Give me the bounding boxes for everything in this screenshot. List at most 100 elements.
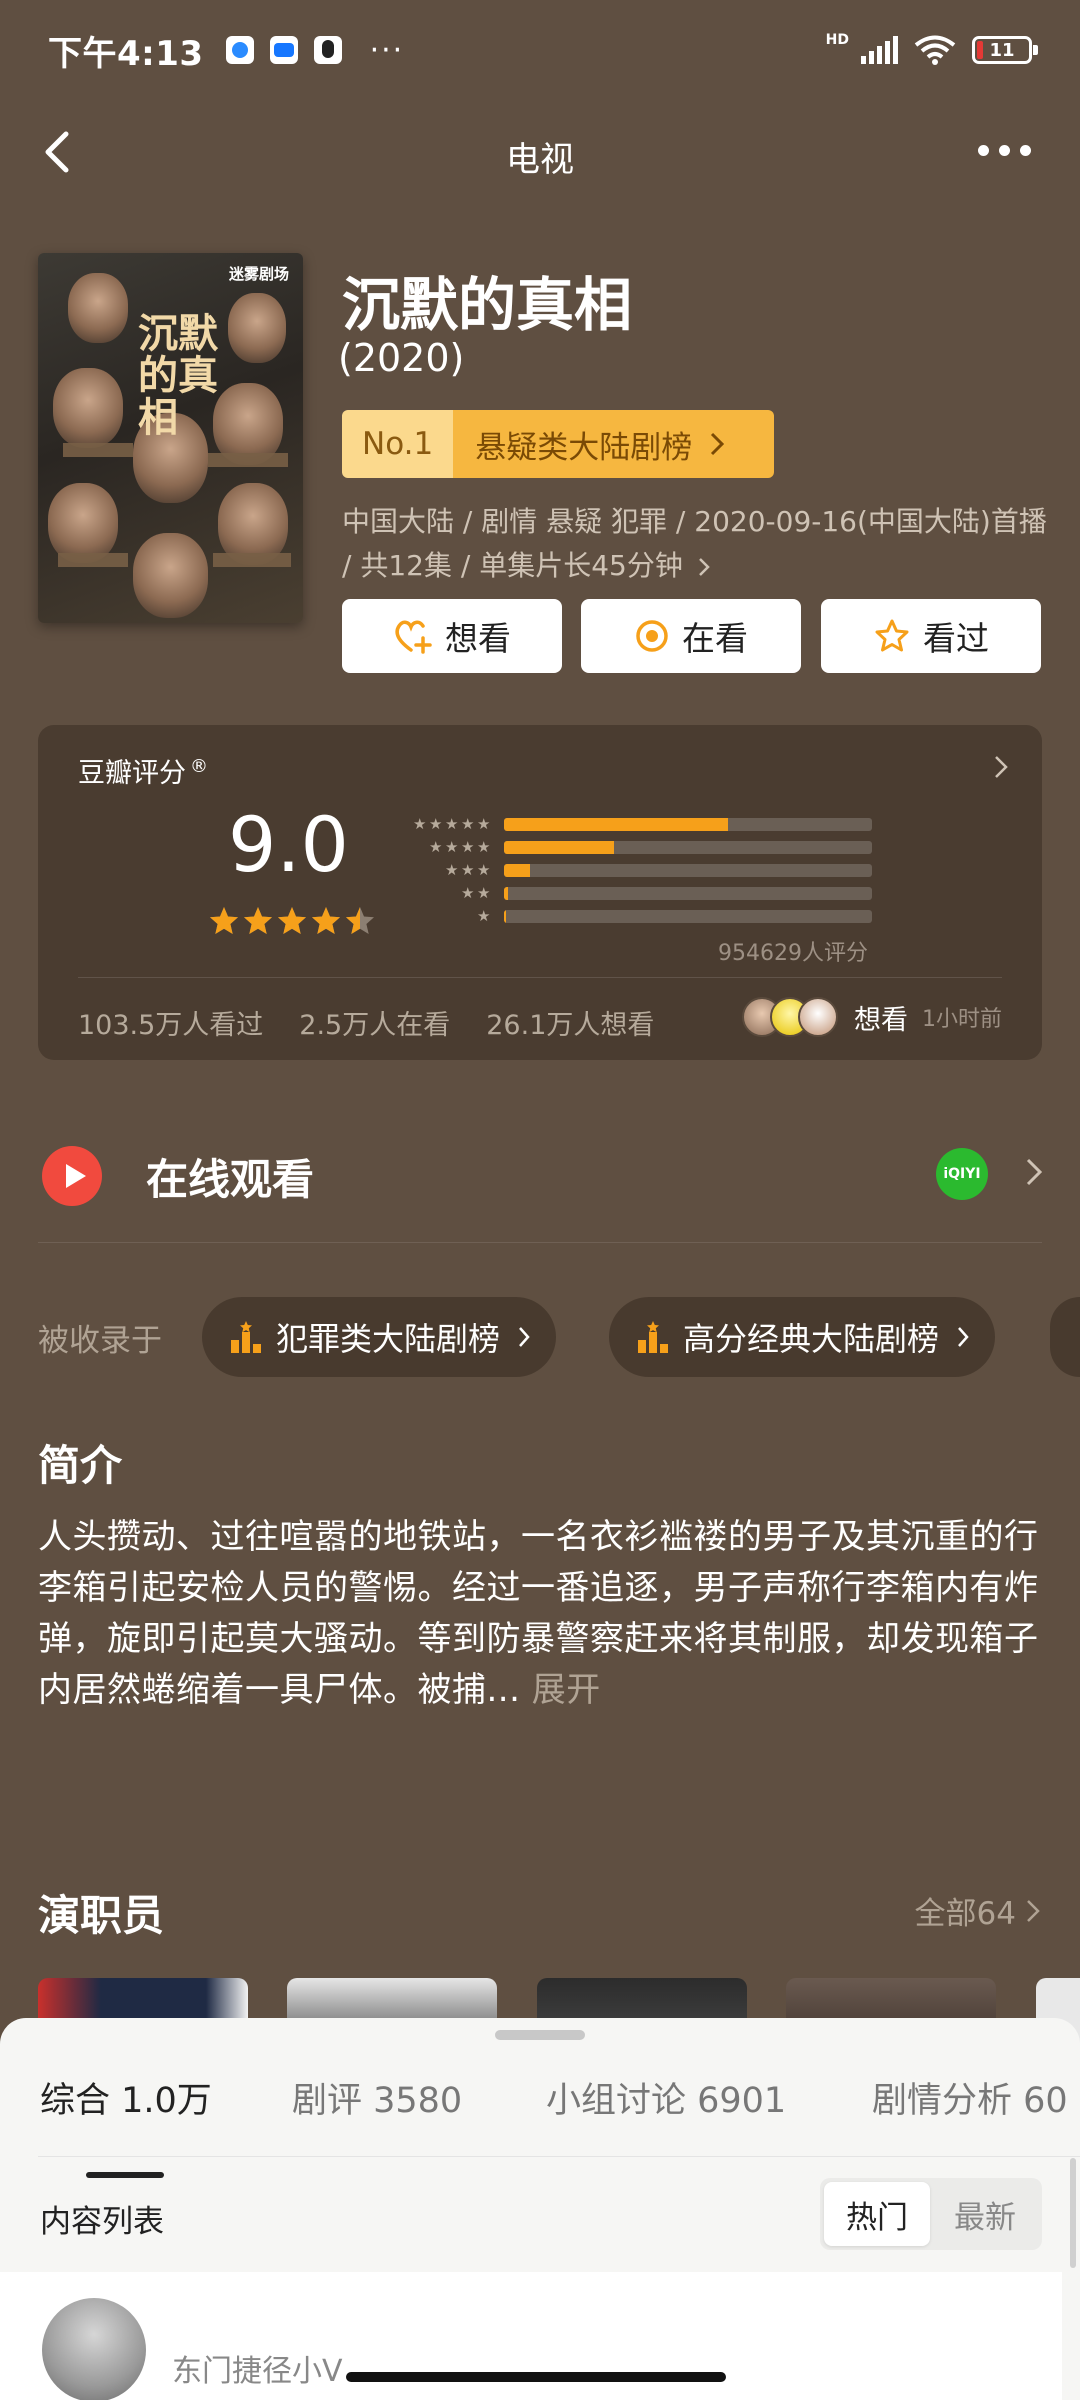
list-chip-classic[interactable]: 高分经典大陆剧榜 [609,1297,996,1377]
rank-name: 悬疑类大陆剧榜 [475,429,693,466]
small-star-icon: ★ [477,838,491,856]
scrollbar[interactable] [1070,2158,1076,2268]
rating-stars [208,905,376,937]
poster-image[interactable]: 迷雾剧场 沉默的真相 [38,253,303,623]
app-notification-icon [225,36,254,64]
chevron-right-icon [958,1327,969,1347]
cast-heading: 演职员 [38,1891,165,1940]
chevron-right-icon [711,432,725,456]
small-star-icon: ★ [461,884,475,902]
rating-label: 豆瓣评分 ® [78,751,208,790]
small-star-icon: ★ [445,838,459,856]
distribution-bar [504,841,615,854]
tab-indicator [86,2172,164,2178]
hd-label: HD [825,32,849,48]
show-title: 沉默的真相 [342,271,633,339]
chevron-right-icon [519,1327,530,1347]
battery-icon: 11 [972,36,1038,64]
nav-bar: 电视 [0,110,1080,200]
status-time: 下午4:13 [48,33,204,74]
rank-badge[interactable]: No.1 悬疑类大陆剧榜 [342,410,774,478]
distribution-stars: ★ ★ ★ ★ ★ [398,817,492,832]
small-star-icon: ★ [477,884,491,902]
rating-star-icon [278,907,306,934]
want-to-watch-button[interactable]: 想看 [342,599,562,673]
distribution-bar [504,818,729,831]
distribution-stars: ★ [398,909,492,924]
watched-label: 看过 [923,619,989,658]
play-icon [42,1146,102,1206]
watching-count: 2.5万人在看 [299,1010,451,1041]
show-meta[interactable]: 中国大陆 / 剧情 悬疑 犯罪 / 2020-09-16(中国大陆)首播 / 共… [342,500,1047,588]
wifi-icon [914,35,956,65]
friends-time: 1小时前 [922,1007,1002,1032]
app-notification-icon [269,36,298,64]
show-year: (2020) [338,336,465,380]
signal-icon [861,36,898,64]
distribution-bar [504,864,530,877]
expand-link[interactable]: 展开 [532,1670,601,1710]
distribution-row: ★ ★ ★ ★ [398,836,872,859]
sheet-drag-handle[interactable] [495,2030,585,2040]
list-chip-crime[interactable]: 犯罪类大陆剧榜 [202,1297,557,1377]
rating-card[interactable]: 豆瓣评分 ® 9.0 ★ ★ ★ ★ ★ ★ ★ ★ ★ ★ ★ ★ ★ ★ ★ 954629人评分 103.… [38,725,1042,1060]
friends-action: 想看 [854,1004,908,1036]
friends-activity[interactable]: 想看 1小时前 [742,997,1002,1037]
chevron-right-icon [995,756,1008,778]
watched-button[interactable]: 看过 [821,599,1041,673]
star-icon [875,619,909,652]
small-star-icon: ★ [477,861,491,879]
rating-count: 954629人评分 [718,941,868,966]
distribution-track [504,910,872,923]
poster-title: 沉默的真相 [138,310,218,441]
distribution-track [504,841,872,854]
small-star-icon: ★ [477,907,491,925]
tab-overall[interactable]: 综合 1.0万 [40,2072,212,2123]
rank-number: No.1 [342,410,454,478]
distribution-track [504,864,872,877]
divider [78,977,1002,978]
watching-button[interactable]: 在看 [581,599,801,673]
divider [38,1242,1042,1243]
small-star-icon: ★ [413,815,427,833]
divider [38,2156,1080,2157]
rating-stats: 103.5万人看过 2.5万人在看 26.1万人想看 [78,1003,654,1042]
discussion-sheet: 综合 1.0万 剧评 3580 小组讨论 6901 剧情分析 60 内容列表 热… [0,2018,1080,2400]
list-chip-label: 高分经典大陆剧榜 [683,1320,940,1358]
watch-online-row[interactable]: 在线观看 iQIYI [38,1138,1042,1238]
avatar [798,997,838,1037]
list-chip-more[interactable] [1050,1297,1080,1377]
watching-label: 在看 [682,619,748,658]
small-star-icon: ★ [445,815,459,833]
small-star-icon: ★ [429,815,443,833]
small-star-icon: ★ [461,815,475,833]
home-indicator[interactable] [346,2372,726,2382]
sort-latest-button[interactable]: 最新 [932,2182,1038,2246]
watch-online-title: 在线观看 [146,1155,315,1204]
tab-plot-analysis[interactable]: 剧情分析 60 [872,2072,1068,2123]
avatar [42,2298,146,2400]
list-chip-label: 犯罪类大陆剧榜 [276,1320,501,1358]
rating-star-icon [346,907,374,934]
iqiyi-icon: iQIYI [936,1148,988,1200]
distribution-bar [504,910,506,923]
more-options-icon[interactable] [968,130,1040,170]
small-star-icon: ★ [461,861,475,879]
chevron-right-icon [698,558,710,576]
ranking-icon [638,1321,668,1353]
small-star-icon: ★ [477,815,491,833]
sort-toggle: 热门 最新 [820,2178,1042,2250]
tab-reviews[interactable]: 剧评 3580 [292,2072,462,2123]
user-name[interactable]: 东门捷径小V [172,2346,343,2390]
distribution-row: ★ ★ [398,882,872,905]
distribution-stars: ★ ★ ★ ★ [398,840,492,855]
cast-all-link[interactable]: 全部64 [915,1888,1040,1933]
page-title: 电视 [506,140,574,180]
distribution-row: ★ ★ ★ ★ ★ [398,813,872,836]
want-label: 想看 [445,619,511,658]
poster-logo: 迷雾剧场 [228,265,289,283]
tab-group-discussion[interactable]: 小组讨论 6901 [546,2072,786,2123]
included-label: 被收录于 [38,1323,162,1359]
rating-label-text: 豆瓣评分 [78,758,186,789]
sort-hot-button[interactable]: 热门 [824,2182,930,2246]
